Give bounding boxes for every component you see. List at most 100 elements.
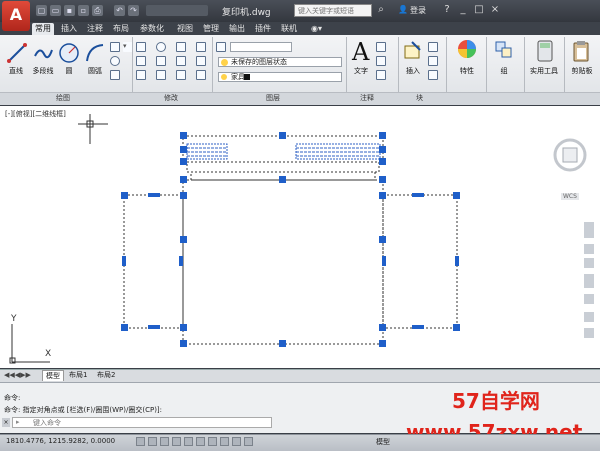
clipboard-icon[interactable]	[572, 40, 590, 62]
ellipse-tool-icon[interactable]	[110, 56, 120, 66]
ducs-toggle[interactable]	[208, 437, 217, 446]
trim-tool-icon[interactable]	[176, 42, 186, 52]
group-label-layers[interactable]: 图层	[266, 93, 280, 104]
ortho-toggle[interactable]	[160, 437, 169, 446]
calculator-icon[interactable]	[536, 40, 554, 62]
command-close-icon[interactable]: ×	[2, 418, 10, 427]
mirror-tool-icon[interactable]	[156, 56, 166, 66]
current-layer-dropdown[interactable]: 家具	[218, 72, 342, 82]
group-label-modify[interactable]: 修改	[164, 93, 178, 104]
viewcube[interactable]	[552, 136, 592, 188]
ucs-x-label: X	[45, 349, 52, 359]
wcs-button[interactable]: WCS	[561, 193, 579, 200]
leader-tool-icon[interactable]	[376, 56, 386, 66]
array-tool-icon[interactable]	[176, 70, 186, 80]
stretch-tool-icon[interactable]	[136, 70, 146, 80]
minimize-icon[interactable]: _	[456, 3, 470, 17]
search-input[interactable]: 键入关键字或短语	[294, 4, 372, 17]
redo-icon[interactable]: ↷	[128, 5, 139, 16]
grip-points[interactable]	[121, 132, 460, 347]
model-space-button[interactable]: 模型	[376, 437, 390, 447]
tab-plugins[interactable]: 插件	[252, 23, 274, 35]
ribbon-toggle-icon[interactable]: ◉▾	[308, 23, 325, 35]
properties-icon[interactable]	[456, 38, 478, 60]
rotate-tool-icon[interactable]	[156, 42, 166, 52]
layer-state-dropdown[interactable]: 未保存的图层状态	[218, 57, 342, 67]
layer-state-icon	[221, 74, 227, 80]
command-history-line: 命令:	[4, 394, 21, 402]
layer-on-icon	[221, 59, 228, 66]
line-tool-icon[interactable]	[6, 42, 28, 64]
text-tool-icon[interactable]: A	[352, 38, 369, 66]
application-menu-button[interactable]: A	[2, 1, 30, 31]
layout-tab-layout2[interactable]: 布局2	[94, 370, 118, 380]
snap-mode-toggle[interactable]	[136, 437, 145, 446]
save-as-icon[interactable]: ▫	[78, 5, 89, 16]
login-button[interactable]: 登录	[410, 5, 426, 16]
polyline-tool-icon[interactable]	[32, 42, 54, 64]
move-tool-icon[interactable]	[136, 42, 146, 52]
close-icon[interactable]: ×	[488, 3, 502, 17]
grid-toggle[interactable]	[148, 437, 157, 446]
crosshair-cursor	[78, 114, 108, 144]
tab-parametric[interactable]: 参数化	[137, 23, 167, 35]
fillet-tool-icon[interactable]	[176, 56, 186, 66]
create-block-icon[interactable]	[428, 42, 438, 52]
new-file-icon[interactable]: ▢	[36, 5, 47, 16]
drawing-svg[interactable]	[0, 106, 600, 368]
erase-tool-icon[interactable]	[196, 42, 206, 52]
rectangle-tool-icon[interactable]	[110, 42, 120, 52]
undo-icon[interactable]: ↶	[114, 5, 125, 16]
hatch-tool-icon[interactable]	[110, 70, 120, 80]
edit-block-icon[interactable]	[428, 56, 438, 66]
explode-tool-icon[interactable]	[196, 56, 206, 66]
lineweight-toggle[interactable]	[232, 437, 241, 446]
tab-online[interactable]: 联机	[278, 23, 300, 35]
osnap-toggle[interactable]	[184, 437, 193, 446]
dimension-tool-icon[interactable]	[376, 42, 386, 52]
tab-home[interactable]: 常用	[32, 23, 54, 35]
maximize-icon[interactable]: □	[472, 3, 486, 17]
tab-manage[interactable]: 管理	[200, 23, 222, 35]
circle-tool-icon[interactable]	[58, 42, 80, 64]
group-label-draw[interactable]: 绘图	[56, 93, 70, 104]
arc-tool-icon[interactable]	[84, 42, 106, 64]
insert-block-label: 插入	[406, 67, 420, 75]
layout-nav-arrows[interactable]: ◀◀◀▶▶	[4, 371, 31, 379]
copy-tool-icon[interactable]	[136, 56, 146, 66]
otrack-toggle[interactable]	[196, 437, 205, 446]
left-hatch-block	[186, 143, 228, 160]
help-icon[interactable]: ?	[440, 3, 454, 17]
group-label-annotation[interactable]: 注释	[360, 93, 374, 104]
search-icon[interactable]: ⌕	[374, 3, 388, 17]
block-attribute-icon[interactable]	[428, 70, 438, 80]
navigation-bar[interactable]	[584, 222, 594, 338]
selected-copier-body[interactable]	[123, 179, 458, 345]
table-tool-icon[interactable]	[376, 70, 386, 80]
save-icon[interactable]: ▪	[64, 5, 75, 16]
insert-block-icon[interactable]	[402, 40, 424, 62]
polyline-tool-label: 多段线	[32, 67, 54, 75]
tab-output[interactable]: 输出	[226, 23, 248, 35]
tab-insert[interactable]: 插入	[58, 23, 80, 35]
dyn-toggle[interactable]	[220, 437, 229, 446]
scale-tool-icon[interactable]	[156, 70, 166, 80]
utilities-label: 实用工具	[530, 67, 558, 75]
tab-view[interactable]: 视图	[174, 23, 196, 35]
polar-toggle[interactable]	[172, 437, 181, 446]
coordinates-readout: 1810.4776, 1215.9282, 0.0000	[6, 437, 116, 445]
tab-layout[interactable]: 布局	[110, 23, 132, 35]
command-input[interactable]: 键入命令	[12, 417, 272, 428]
group-icon[interactable]	[494, 40, 514, 60]
layer-control-dropdown[interactable]	[230, 42, 292, 52]
layout-tab-layout1[interactable]: 布局1	[66, 370, 90, 380]
open-file-icon[interactable]: ▭	[50, 5, 61, 16]
transparency-toggle[interactable]	[244, 437, 253, 446]
workspace-dropdown[interactable]	[146, 5, 208, 16]
tab-annotate[interactable]: 注释	[84, 23, 106, 35]
layer-properties-icon[interactable]	[216, 42, 226, 52]
print-icon[interactable]: ⎙	[92, 5, 103, 16]
group-label-block[interactable]: 块	[416, 93, 423, 104]
layout-tab-model[interactable]: 模型	[42, 370, 64, 381]
offset-tool-icon[interactable]	[196, 70, 206, 80]
